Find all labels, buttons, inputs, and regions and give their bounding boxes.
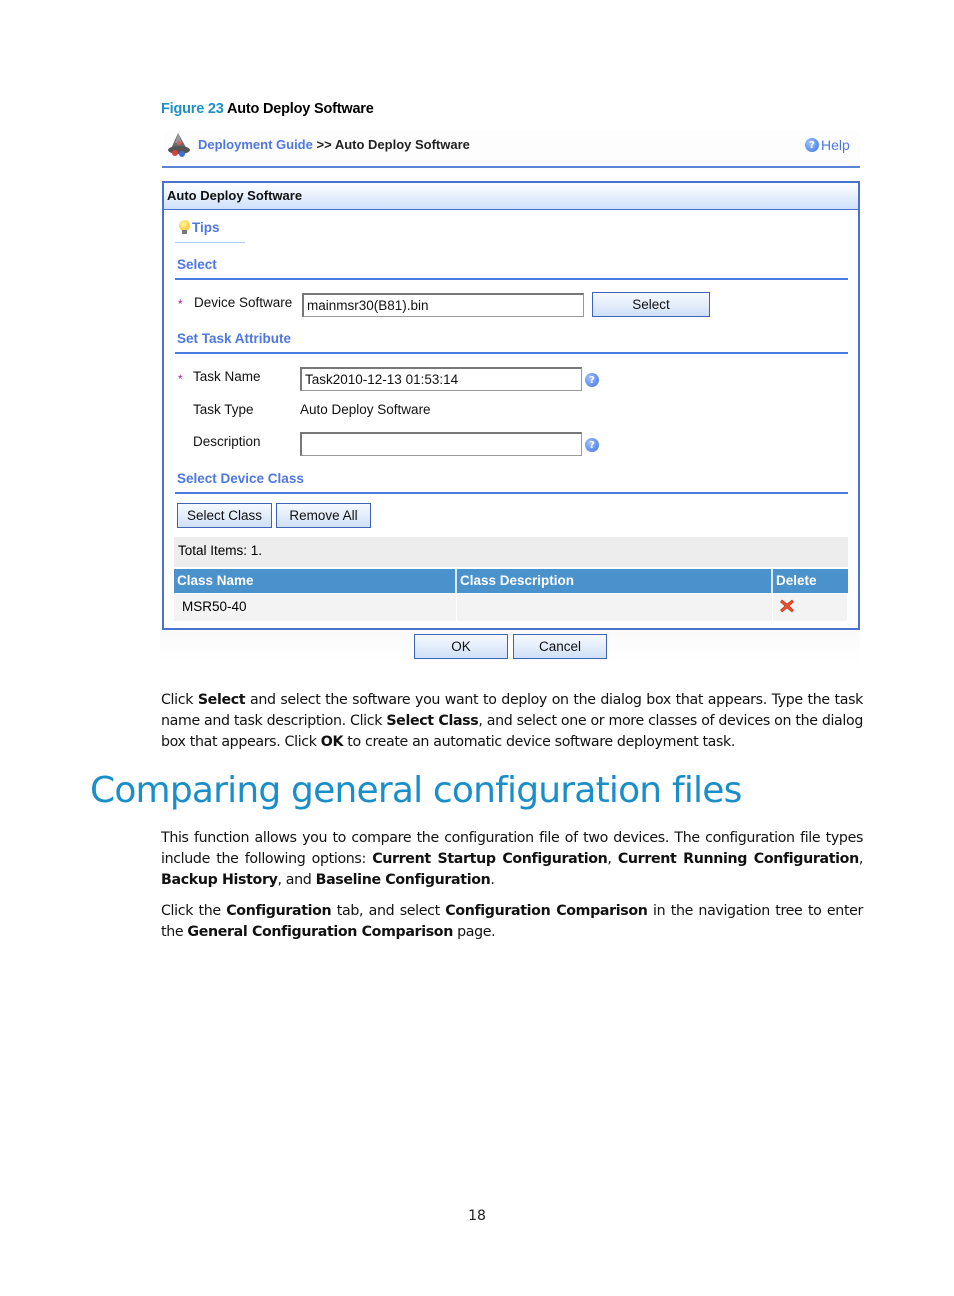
breadcrumb-current: Auto Deploy Software [334, 137, 470, 152]
section-device-class-divider [175, 492, 848, 494]
column-header-delete: Delete [776, 573, 817, 588]
ui-term: Select [197, 692, 246, 708]
section-select-divider [175, 278, 848, 280]
task-type-label: Task Type [193, 402, 254, 417]
help-label: Help [821, 137, 850, 153]
section-heading: Comparing general configuration files [90, 770, 742, 811]
breadcrumb-separator: >> [316, 137, 332, 152]
tips-divider [175, 242, 245, 243]
section-task-attribute-divider [175, 352, 848, 354]
device-software-label: Device Software [194, 295, 293, 310]
help-link[interactable]: ? Help [805, 137, 850, 153]
instruction-paragraph: Click Select and select the software you… [161, 692, 863, 750]
cell-class-description [457, 594, 773, 621]
task-name-help-icon[interactable]: ? [585, 373, 599, 387]
remove-all-button[interactable]: Remove All [276, 503, 371, 528]
ui-term: Configuration [226, 903, 332, 919]
figure-caption: Figure 23 Auto Deploy Software [161, 101, 374, 117]
tips-toggle[interactable]: Tips [178, 219, 220, 235]
deployment-wizard-icon [166, 131, 194, 159]
figure-number: Figure 23 [161, 101, 224, 117]
ui-term: Backup History [161, 872, 278, 888]
ui-term: Baseline Configuration [315, 872, 491, 888]
description-label: Description [193, 434, 261, 449]
tips-label: Tips [192, 220, 220, 235]
required-mark: * [178, 297, 183, 311]
section-select: Select [177, 257, 217, 272]
ui-term: General Configuration Comparison [187, 924, 453, 940]
delete-x-icon[interactable] [779, 598, 795, 617]
ui-term: Configuration Comparison [445, 903, 648, 919]
breadcrumb-link-deployment-guide[interactable]: Deployment Guide [198, 137, 313, 152]
breadcrumb: Deployment Guide >> Auto Deploy Software [198, 137, 470, 152]
navigation-paragraph: Click the Configuration tab, and select … [161, 903, 864, 940]
device-software-input[interactable] [302, 293, 584, 317]
intro-paragraph: This function allows you to compare the … [161, 830, 863, 888]
help-icon: ? [805, 138, 819, 152]
section-task-attribute: Set Task Attribute [177, 331, 292, 346]
class-table-header: Class Name Class Description Delete [174, 569, 848, 593]
breadcrumb-divider [162, 166, 860, 168]
ui-term: Current Startup Configuration [372, 851, 608, 867]
task-name-input[interactable] [300, 367, 582, 391]
select-software-button[interactable]: Select [592, 292, 710, 317]
figure-title: Auto Deploy Software [226, 101, 374, 117]
task-name-label: Task Name [193, 369, 261, 384]
total-items: Total Items: 1. [174, 537, 848, 567]
ui-term: Current Running Configuration [617, 851, 859, 867]
cell-delete [773, 594, 848, 621]
cancel-button[interactable]: Cancel [513, 634, 607, 659]
page-number: 18 [468, 1208, 486, 1224]
section-device-class: Select Device Class [177, 471, 304, 486]
required-mark: * [178, 372, 183, 386]
table-row: MSR50-40 [174, 594, 848, 621]
task-type-value: Auto Deploy Software [300, 402, 431, 417]
ok-button[interactable]: OK [414, 634, 508, 659]
description-help-icon[interactable]: ? [585, 438, 599, 452]
panel-title: Auto Deploy Software [164, 183, 858, 210]
ui-term: Select Class [386, 713, 479, 729]
cell-class-name: MSR50-40 [174, 594, 457, 621]
column-header-class-description[interactable]: Class Description [457, 569, 773, 593]
ui-term: OK [320, 734, 344, 750]
panel-footer [160, 630, 860, 664]
select-class-button[interactable]: Select Class [177, 503, 272, 528]
description-input[interactable] [300, 432, 582, 456]
column-header-class-name[interactable]: Class Name [174, 569, 457, 593]
lightbulb-icon [178, 219, 190, 235]
